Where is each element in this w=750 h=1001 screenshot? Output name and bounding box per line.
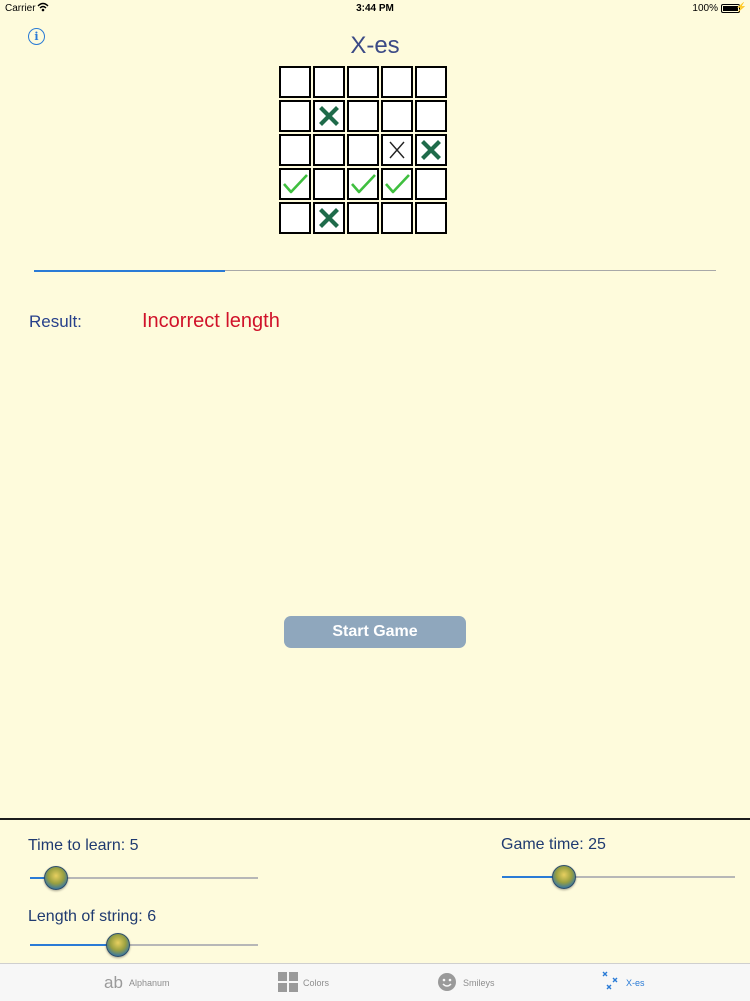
xes-icon [601, 970, 621, 999]
x-mark-icon [319, 208, 339, 228]
grid-cell[interactable] [279, 134, 311, 166]
checkmark-icon [385, 174, 410, 194]
tab-label: Colors [303, 978, 330, 988]
progress-bar [34, 269, 716, 272]
grid-cell[interactable] [415, 134, 447, 166]
ab-icon: ab [104, 973, 123, 992]
tab-label: X-es [626, 978, 645, 988]
grid-cell[interactable] [381, 66, 413, 98]
slider-thumb[interactable] [551, 865, 576, 889]
grid-cell[interactable] [381, 168, 413, 200]
settings-divider [0, 818, 750, 820]
grid-cell[interactable] [313, 134, 345, 166]
length-of-string-slider[interactable] [30, 933, 258, 957]
grid-cell[interactable] [415, 168, 447, 200]
grid-cell[interactable] [279, 168, 311, 200]
tab-smileys[interactable]: Smileys [436, 964, 624, 1001]
game-grid [279, 66, 447, 234]
grid-cell[interactable] [415, 202, 447, 234]
tab-bar: ab Alphanum Colors Smileys X-es [0, 963, 750, 1001]
tab-xes[interactable]: X-es [600, 964, 750, 1001]
tab-label: Smileys [463, 978, 495, 988]
grid-cell[interactable] [415, 100, 447, 132]
checkmark-icon [283, 174, 308, 194]
grid-cell[interactable] [381, 202, 413, 234]
status-time: 3:44 PM [356, 3, 394, 14]
tab-alphanum[interactable]: ab Alphanum [95, 964, 283, 1001]
x-mark-icon [421, 140, 441, 160]
progress-fill [34, 269, 225, 272]
smiley-icon [437, 972, 457, 997]
grid-icon [278, 972, 298, 997]
slider-fill [30, 944, 117, 946]
grid-cell[interactable] [347, 100, 379, 132]
slider-thumb[interactable] [105, 933, 130, 957]
grid-cell[interactable] [347, 168, 379, 200]
time-to-learn-slider[interactable] [30, 866, 258, 890]
grid-cell[interactable] [313, 168, 345, 200]
charging-icon: ⚡ [735, 2, 747, 12]
grid-cell[interactable] [381, 100, 413, 132]
grid-cell[interactable] [347, 202, 379, 234]
grid-cell[interactable] [279, 66, 311, 98]
grid-cell[interactable] [381, 134, 413, 166]
grid-cell[interactable] [347, 66, 379, 98]
grid-cell[interactable] [313, 100, 345, 132]
grid-cell[interactable] [347, 134, 379, 166]
length-of-string-label: Length of string: 6 [28, 908, 157, 925]
time-to-learn-label: Time to learn: 5 [28, 837, 139, 854]
grid-cell[interactable] [279, 100, 311, 132]
result-value: Incorrect length [142, 310, 280, 332]
tab-label: Alphanum [129, 978, 170, 988]
grid-cell[interactable] [279, 202, 311, 234]
game-time-label: Game time: 25 [501, 836, 606, 853]
x-mark-icon [319, 106, 339, 126]
grid-cell[interactable] [415, 66, 447, 98]
result-label: Result: [29, 312, 82, 331]
tab-colors[interactable]: Colors [274, 964, 462, 1001]
grid-cell[interactable] [313, 202, 345, 234]
grid-cell[interactable] [313, 66, 345, 98]
status-bar: Carrier 3:44 PM 100% ⚡ [0, 0, 750, 16]
slider-thumb[interactable] [44, 866, 69, 890]
checkmark-icon [351, 174, 376, 194]
battery-percentage: 100% [692, 3, 718, 14]
page-title: X-es [350, 32, 400, 59]
x-mark-icon [389, 141, 405, 159]
start-game-button[interactable]: Start Game [284, 616, 466, 648]
game-time-slider[interactable] [502, 865, 735, 889]
